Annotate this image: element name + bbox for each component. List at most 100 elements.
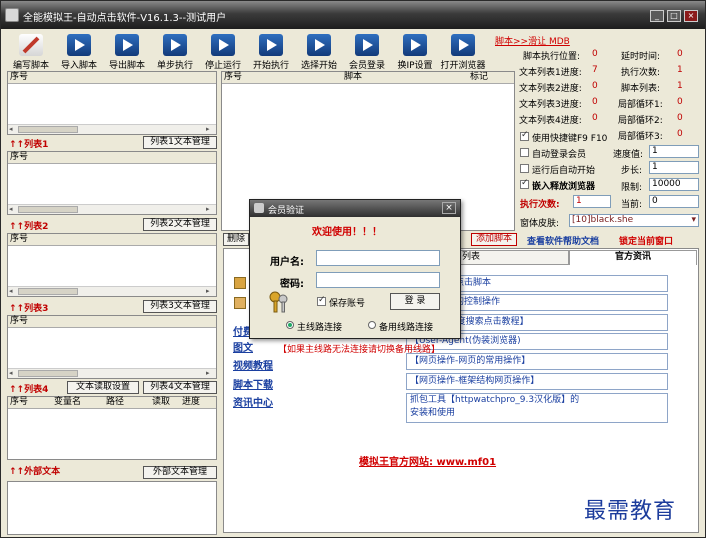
- news-item[interactable]: 【网页操作-网页的常用操作】: [406, 353, 668, 370]
- nav-graphic[interactable]: 图文: [233, 339, 253, 354]
- horizontal-scrollbar[interactable]: ◂ ▸: [8, 286, 216, 296]
- autologin-checkbox[interactable]: [520, 148, 529, 157]
- stat-label: 文本列表3进度:: [519, 100, 582, 110]
- toolbar-button-8[interactable]: 换IP设置: [391, 31, 439, 71]
- backup-line-radio[interactable]: [368, 321, 376, 329]
- list3-panel[interactable]: 序号 ◂ ▸: [7, 315, 217, 379]
- external-text-manage-button[interactable]: 外部文本管理: [143, 466, 217, 479]
- scroll-thumb[interactable]: [18, 288, 78, 295]
- minimize-button[interactable]: _: [650, 10, 664, 22]
- maximize-button[interactable]: □: [667, 10, 681, 22]
- horizontal-scrollbar[interactable]: ◂ ▸: [8, 368, 216, 378]
- official-site-link[interactable]: 模拟王官方网站: www.mf01: [359, 453, 496, 468]
- toolbar-button-label: 停止运行: [204, 61, 241, 71]
- dialog-hint: 【如果主线路无法连接请切换备用线路】: [278, 345, 441, 355]
- scroll-left-icon[interactable]: ◂: [9, 369, 13, 377]
- hotkey-label: 使用快捷键F9 F10: [532, 134, 608, 144]
- col-seq: 序号: [10, 152, 29, 162]
- scroll-right-icon[interactable]: ▸: [206, 205, 210, 213]
- external-text-area[interactable]: [7, 481, 217, 535]
- main-line-radio[interactable]: [286, 321, 294, 329]
- autostart-checkbox[interactable]: [520, 164, 529, 173]
- lock-window-link[interactable]: 锁定当前窗口: [619, 234, 673, 247]
- ip-gear-icon: [403, 34, 427, 56]
- news-item-multiline[interactable]: 抓包工具【httpwatchpro_9.3汉化版】的 安装和使用: [406, 393, 668, 423]
- horizontal-scrollbar[interactable]: ◂ ▸: [8, 124, 216, 134]
- scroll-left-icon[interactable]: ◂: [9, 205, 13, 213]
- toolbar-button-1[interactable]: 导入脚本: [55, 31, 103, 71]
- list1-panel[interactable]: 序号 ◂ ▸: [7, 151, 217, 215]
- username-input[interactable]: [316, 250, 440, 266]
- login-button[interactable]: 登 录: [390, 293, 440, 310]
- embed-browser-label: 嵌入释放浏览器: [532, 182, 596, 192]
- stat-label: 局部循环3:: [618, 132, 663, 142]
- limit-input[interactable]: 10000: [649, 178, 699, 191]
- toolbar-button-6[interactable]: 选择开始: [295, 31, 343, 71]
- toolbar-button-4[interactable]: 停止运行: [199, 31, 247, 71]
- scroll-thumb[interactable]: [18, 206, 78, 213]
- toolbar-button-0[interactable]: 编写脚本: [7, 31, 55, 71]
- toolbar-button-label: 开始执行: [252, 61, 289, 71]
- pencil-icon: [19, 34, 43, 56]
- scroll-right-icon[interactable]: ▸: [206, 287, 210, 295]
- scroll-right-icon[interactable]: ▸: [206, 369, 210, 377]
- toolbar-button-7[interactable]: 会员登录: [343, 31, 391, 71]
- col-mark: 标记: [470, 72, 489, 82]
- list4-panel[interactable]: 序号 变量名 路径 读取 进度: [7, 396, 217, 460]
- stat-value: 0: [677, 49, 683, 59]
- list2-panel[interactable]: 序号 ◂ ▸: [7, 233, 217, 297]
- hotkey-checkbox[interactable]: [520, 130, 529, 141]
- stat-label: 局部循环2:: [618, 116, 663, 126]
- current-input[interactable]: 0: [649, 195, 699, 208]
- scroll-thumb[interactable]: [18, 370, 78, 377]
- list-panel-0[interactable]: 序号 ◂ ▸: [7, 71, 217, 135]
- toolbar-button-2[interactable]: 导出脚本: [103, 31, 151, 71]
- toolbar-button-3[interactable]: 单步执行: [151, 31, 199, 71]
- list4-manage-button[interactable]: 列表4文本管理: [143, 381, 217, 394]
- list3-manage-button[interactable]: 列表3文本管理: [143, 300, 217, 313]
- horizontal-scrollbar[interactable]: ◂ ▸: [8, 204, 216, 214]
- chevron-down-icon[interactable]: ▾: [691, 215, 696, 226]
- watermark-text: 最需教育: [584, 499, 677, 524]
- script-hint-link[interactable]: 脚本>>滑让 MDB: [495, 34, 570, 47]
- col-varname: 变量名: [54, 397, 82, 407]
- nav-news-center[interactable]: 资讯中心: [233, 394, 273, 409]
- delete-button[interactable]: 删除: [223, 233, 249, 246]
- dialog-logo-icon: [254, 203, 264, 213]
- skin-select[interactable]: [10]black.she ▾: [569, 214, 699, 227]
- list1-manage-button[interactable]: 列表1文本管理: [143, 136, 217, 149]
- scroll-thumb[interactable]: [18, 126, 78, 133]
- stat-value: 0: [592, 113, 598, 123]
- skin-label: 窗体皮肤:: [520, 219, 560, 229]
- close-button[interactable]: ×: [684, 10, 698, 22]
- news-item[interactable]: 【网页操作-框架结构网页操作】: [406, 373, 668, 390]
- add-script-button[interactable]: 添加脚本: [471, 233, 517, 246]
- tab-news[interactable]: 官方资讯: [569, 250, 697, 265]
- toolbar-button-9[interactable]: 打开浏览器: [439, 31, 487, 71]
- save-account-checkbox[interactable]: [317, 295, 326, 306]
- scroll-left-icon[interactable]: ◂: [9, 287, 13, 295]
- dialog-title-bar: 会员验证 ×: [250, 200, 460, 217]
- scroll-left-icon[interactable]: ◂: [9, 125, 13, 133]
- dialog-close-button[interactable]: ×: [442, 202, 456, 214]
- help-doc-link[interactable]: 查看软件帮助文档: [527, 234, 599, 247]
- stat-label: 局部循环1:: [618, 100, 663, 110]
- speed-input[interactable]: 1: [649, 145, 699, 158]
- toolbar-button-5[interactable]: 开始执行: [247, 31, 295, 71]
- col-seq: 序号: [10, 72, 29, 82]
- scroll-right-icon[interactable]: ▸: [206, 125, 210, 133]
- exec-count-label: 执行次数:: [520, 200, 560, 210]
- col-seq: 序号: [10, 316, 29, 326]
- embed-browser-checkbox[interactable]: [520, 178, 529, 189]
- tab-list-label: 列表: [462, 252, 481, 262]
- password-input[interactable]: [316, 272, 440, 288]
- list2-manage-button[interactable]: 列表2文本管理: [143, 218, 217, 231]
- nav-video-tutorial[interactable]: 视频教程: [233, 357, 273, 372]
- text-read-settings-button[interactable]: 文本读取设置: [67, 381, 139, 394]
- export-arrow-icon: [115, 34, 139, 56]
- step-input[interactable]: 1: [649, 161, 699, 174]
- exec-count-input[interactable]: 1: [573, 195, 611, 208]
- nav-script-download[interactable]: 脚本下载: [233, 376, 273, 391]
- stat-value: 1: [677, 65, 683, 75]
- stat-value: 1: [677, 81, 683, 91]
